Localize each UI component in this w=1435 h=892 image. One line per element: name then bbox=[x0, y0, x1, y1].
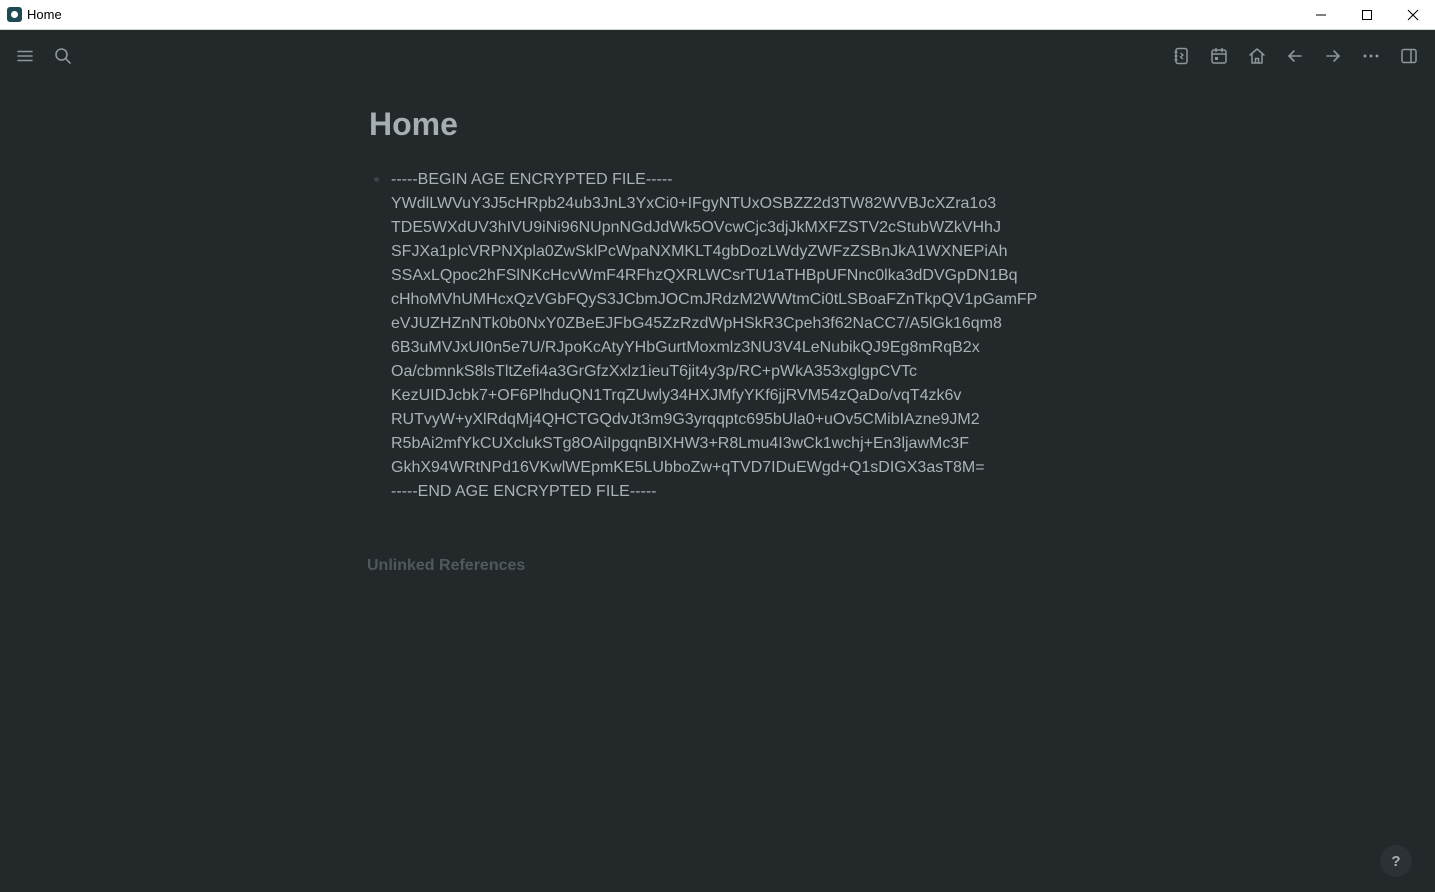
minimize-icon bbox=[1316, 14, 1326, 16]
minimize-button[interactable] bbox=[1298, 0, 1344, 30]
notebook-button[interactable] bbox=[1168, 44, 1194, 68]
toggle-left-sidebar-button[interactable] bbox=[12, 44, 38, 68]
unlinked-references-toggle[interactable]: Unlinked References bbox=[367, 555, 525, 577]
back-button[interactable] bbox=[1282, 44, 1308, 68]
block-line: -----END AGE ENCRYPTED FILE----- bbox=[391, 483, 657, 500]
home-icon bbox=[1249, 48, 1265, 64]
title-bar: Home bbox=[0, 0, 1435, 30]
calendar-icon bbox=[1211, 47, 1227, 64]
arrow-right-icon bbox=[1326, 50, 1340, 62]
block-line: -----BEGIN AGE ENCRYPTED FILE----- bbox=[391, 171, 673, 188]
page-title[interactable]: Home bbox=[369, 103, 458, 145]
block-line: SFJXa1plcVRPNXpla0ZwSklPcWpaNXMKLT4gbDoz… bbox=[391, 243, 1008, 260]
block-content[interactable]: -----BEGIN AGE ENCRYPTED FILE----- YWdlL… bbox=[391, 168, 1091, 504]
menu-icon bbox=[17, 50, 33, 62]
block-line: R5bAi2mfYkCUXclukSTg8OAiIpgqnBIXHW3+R8Lm… bbox=[391, 435, 970, 452]
help-button[interactable]: ? bbox=[1380, 845, 1412, 877]
close-button[interactable] bbox=[1390, 0, 1435, 30]
block-line: RUTvyW+yXlRdqMj4QHCTGQdvJt3m9G3yrqqptc69… bbox=[391, 411, 980, 428]
maximize-icon bbox=[1362, 10, 1372, 20]
toggle-right-sidebar-button[interactable] bbox=[1396, 44, 1422, 68]
block-line: TDE5WXdUV3hIVU9iNi96NUpnNGdJdWk5OVcwCjc3… bbox=[391, 219, 1001, 236]
search-button[interactable] bbox=[50, 44, 76, 68]
notebook-icon bbox=[1174, 47, 1188, 65]
block-bullet[interactable] bbox=[374, 177, 379, 182]
block-line: Oa/cbmnkS8lsTltZefi4a3GrGfzXxlz1ieuT6jit… bbox=[391, 363, 917, 380]
home-button[interactable] bbox=[1244, 44, 1270, 68]
window-title: Home bbox=[27, 7, 62, 22]
journals-button[interactable] bbox=[1206, 44, 1232, 68]
block-line: YWdlLWVuY3J5cHRpb24ub3JnL3YxCi0+IFgyNTUx… bbox=[391, 195, 997, 212]
close-icon bbox=[1407, 9, 1419, 21]
search-icon bbox=[55, 48, 71, 64]
block-line: 6B3uMVJxUI0n5e7U/RJpoKcAtyYHbGurtMoxmlz3… bbox=[391, 339, 980, 356]
block-line: eVJUZHZnNTk0b0NxY0ZBeEJFbG45ZzRzdWpHSkR3… bbox=[391, 315, 1002, 332]
maximize-button[interactable] bbox=[1344, 0, 1390, 30]
more-options-button[interactable] bbox=[1358, 44, 1384, 68]
app-logo-icon bbox=[7, 7, 22, 22]
block-line: KezUIDJcbk7+OF6PlhduQN1TrqZUwly34HXJMfyY… bbox=[391, 387, 962, 404]
arrow-left-icon bbox=[1288, 50, 1302, 62]
more-icon bbox=[1363, 54, 1379, 58]
sidebar-toggle-icon bbox=[1401, 48, 1417, 64]
block-line: GkhX94WRtNPd16VKwlWEpmKE5LUbboZw+qTVD7ID… bbox=[391, 459, 985, 476]
block-line: cHhoMVhUMHcxQzVGbFQyS3JCbmJOCmJRdzM2WWtm… bbox=[391, 291, 1038, 308]
forward-button[interactable] bbox=[1320, 44, 1346, 68]
block-line: SSAxLQpoc2hFSlNKcHcvWmF4RFhzQXRLWCsrTU1a… bbox=[391, 267, 1018, 284]
